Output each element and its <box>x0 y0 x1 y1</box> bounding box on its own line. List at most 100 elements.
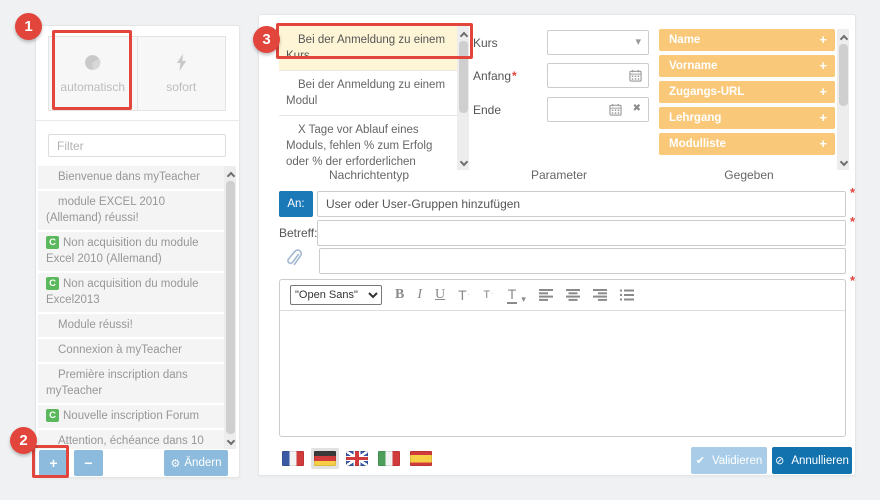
notification-list-item-label: Connexion à myTeacher <box>58 344 182 356</box>
align-right-icon[interactable] <box>593 289 607 301</box>
notification-list-item-label: Bienvenue dans myTeacher <box>58 171 200 183</box>
notification-list-item-label: Non acquisition du module Excel 2010 (Al… <box>46 237 199 265</box>
mode-immediate-label: sofort <box>166 80 196 94</box>
category-badge: C <box>46 277 59 290</box>
mode-toggle-group: automatisch sofort <box>48 36 226 111</box>
given-list-scrollbar[interactable] <box>837 29 849 170</box>
globe-icon <box>84 54 101 74</box>
notification-type-item[interactable]: Bei der Anmeldung zu einem Modul <box>279 71 457 116</box>
notification-list-item[interactable]: module EXCEL 2010 (Allemand) réussi! <box>38 191 224 232</box>
language-flag-button[interactable] <box>311 448 339 469</box>
param-token-button[interactable]: Modulliste + <box>659 133 835 155</box>
required-mark: * <box>850 185 855 200</box>
clear-date-icon[interactable]: ✖ <box>633 103 641 114</box>
mode-automatic-button[interactable]: automatisch <box>49 37 137 110</box>
notification-list-scrollbar[interactable] <box>224 166 236 449</box>
validate-button[interactable]: ✔ Validieren <box>691 447 767 474</box>
text-color-icon[interactable]: T▾ <box>507 287 526 304</box>
font-size-decrease-icon[interactable]: T˙ <box>483 290 493 301</box>
subject-input[interactable] <box>317 220 846 246</box>
font-select[interactable]: "Open Sans" <box>290 285 382 305</box>
language-flag-button[interactable] <box>407 448 435 469</box>
param-token-button[interactable]: Name + <box>659 29 835 51</box>
lightning-icon <box>174 54 189 74</box>
scrollbar-thumb[interactable] <box>839 44 848 106</box>
language-flag-button[interactable] <box>343 448 371 469</box>
cancel-icon: ⊘ <box>775 454 784 467</box>
ende-date-input[interactable]: ✖ <box>547 97 649 122</box>
to-button[interactable]: An: <box>279 191 313 217</box>
scroll-down-icon[interactable] <box>226 437 234 445</box>
underline-icon[interactable]: U <box>435 288 445 302</box>
param-token-label: Vorname <box>669 60 717 72</box>
chevron-down-icon: ▾ <box>635 35 641 48</box>
mode-immediate-button[interactable]: sofort <box>137 37 226 110</box>
kurs-select[interactable]: ▾ <box>547 30 649 55</box>
change-button[interactable]: ⚙ Ändern <box>164 450 228 476</box>
align-left-icon[interactable] <box>539 289 553 301</box>
recipients-input[interactable] <box>317 191 846 217</box>
column-header-given: Gegeben <box>724 168 773 182</box>
scroll-up-icon[interactable] <box>459 30 467 38</box>
attachment-input[interactable] <box>319 248 846 274</box>
notification-type-list: Bei der Anmeldung zu einem Kurs Bei der … <box>279 26 457 170</box>
plus-icon: + <box>819 136 827 151</box>
language-flag-button[interactable] <box>279 448 307 469</box>
divider <box>36 120 239 121</box>
type-list-scrollbar[interactable] <box>457 26 469 170</box>
subject-label: Betreff: <box>279 226 317 240</box>
notification-list-item[interactable]: Attention, échéance dans 10 jours <box>38 430 224 449</box>
notification-list-item[interactable]: CNon acquisition du module Excel 2010 (A… <box>38 232 224 273</box>
filter-input[interactable] <box>48 134 226 157</box>
mode-automatic-label: automatisch <box>60 80 125 94</box>
scrollbar-thumb[interactable] <box>226 181 235 434</box>
add-notification-button[interactable]: + <box>39 450 68 476</box>
notification-list-item[interactable]: Première inscription dans myTeacher <box>38 364 224 405</box>
calendar-icon[interactable] <box>629 69 642 87</box>
notification-list-item-label: Non acquisition du module Excel2013 <box>46 278 199 306</box>
param-token-label: Lehrgang <box>669 112 721 124</box>
notification-list-item[interactable]: CNon acquisition du module Excel2013 <box>38 273 224 314</box>
font-size-increase-icon[interactable]: T˙ <box>458 288 470 302</box>
scroll-up-icon[interactable] <box>226 170 234 178</box>
check-icon: ✔ <box>696 454 705 467</box>
scrollbar-thumb[interactable] <box>459 41 468 113</box>
align-center-icon[interactable] <box>566 289 580 301</box>
page: automatisch sofort Bienvenue dans myTeac… <box>0 0 880 500</box>
paperclip-icon[interactable] <box>285 249 302 275</box>
plus-icon: + <box>819 58 827 73</box>
required-mark: * <box>850 214 855 229</box>
param-token-button[interactable]: Lehrgang + <box>659 107 835 129</box>
param-token-label: Zugangs-URL <box>669 86 744 98</box>
category-badge: C <box>46 236 59 249</box>
anfang-label: Anfang* <box>473 69 517 83</box>
message-body-input[interactable] <box>280 311 845 436</box>
notification-list-item[interactable]: Module réussi! <box>38 314 224 339</box>
notification-type-item[interactable]: Bei der Anmeldung zu einem Kurs <box>279 26 457 71</box>
italic-icon[interactable]: I <box>417 288 422 302</box>
notification-list-item[interactable]: Connexion à myTeacher <box>38 339 224 364</box>
scroll-down-icon[interactable] <box>459 158 467 166</box>
bold-icon[interactable]: B <box>395 288 404 302</box>
param-token-button[interactable]: Vorname + <box>659 55 835 77</box>
param-token-button[interactable]: Zugangs-URL + <box>659 81 835 103</box>
notification-list-item[interactable]: Bienvenue dans myTeacher <box>38 166 224 191</box>
scroll-up-icon[interactable] <box>839 33 847 41</box>
required-mark: * <box>512 69 517 83</box>
bullet-list-icon[interactable] <box>620 289 634 301</box>
anfang-date-input[interactable] <box>547 63 649 88</box>
notification-type-item[interactable]: X Tage vor Ablauf eines Moduls, fehlen %… <box>279 116 457 170</box>
category-badge: C <box>46 409 59 422</box>
ende-label: Ende <box>473 103 501 117</box>
remove-notification-button[interactable]: − <box>74 450 103 476</box>
notification-list: Bienvenue dans myTeacher module EXCEL 20… <box>38 166 224 449</box>
editor-toolbar: "Open Sans" B I U T˙ T˙ T▾ <box>280 280 845 311</box>
notification-list-item-label: Attention, échéance dans 10 jours <box>46 435 204 449</box>
calendar-icon[interactable] <box>609 103 622 121</box>
notification-list-item-label: module EXCEL 2010 (Allemand) réussi! <box>46 196 165 224</box>
language-flag-button[interactable] <box>375 448 403 469</box>
notification-list-item[interactable]: CNouvelle inscription Forum <box>38 405 224 430</box>
scroll-down-icon[interactable] <box>839 158 847 166</box>
cancel-button[interactable]: ⊘ Annullieren <box>772 447 852 474</box>
annotation-step-1: 1 <box>15 13 42 40</box>
